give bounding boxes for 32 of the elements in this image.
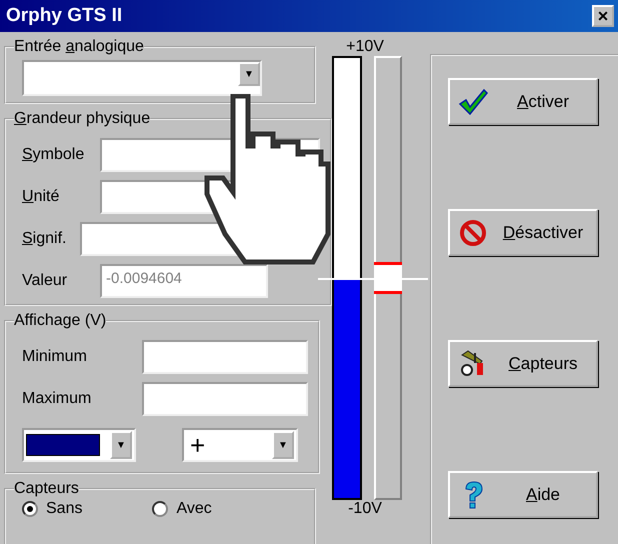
group-label: Affichage (V) bbox=[14, 312, 106, 330]
field-label: Valeur bbox=[22, 272, 68, 290]
color-dropdown[interactable]: ▼ bbox=[22, 428, 136, 462]
group-label: Entrée analogique bbox=[14, 38, 144, 56]
check-icon bbox=[458, 86, 488, 116]
action-button[interactable]: Désactiver bbox=[448, 209, 598, 256]
window-title: Orphy GTS II bbox=[6, 5, 122, 27]
field-label: Maximum bbox=[22, 390, 92, 408]
input-field[interactable] bbox=[142, 340, 308, 374]
group-label: Grandeur physique bbox=[14, 110, 150, 128]
prohibited-icon bbox=[458, 218, 488, 248]
field-label: Unité bbox=[22, 188, 60, 206]
radio-option[interactable]: Avec bbox=[152, 500, 212, 518]
close-button[interactable]: × bbox=[592, 5, 614, 27]
radio-option[interactable]: Sans bbox=[22, 500, 82, 518]
field-label: Minimum bbox=[22, 348, 88, 366]
action-button[interactable]: Capteurs bbox=[448, 340, 598, 387]
slider-thumb[interactable] bbox=[374, 262, 402, 294]
marker-symbol: + bbox=[189, 433, 206, 457]
scale-max-label: +10V bbox=[346, 38, 384, 56]
field-label: Symbole bbox=[22, 146, 86, 164]
input-field[interactable]: -0.0094604 bbox=[100, 264, 268, 298]
radio-button[interactable] bbox=[22, 501, 38, 517]
input-field[interactable] bbox=[142, 382, 308, 416]
marker-dropdown[interactable]: + ▼ bbox=[182, 428, 298, 462]
group-label: Capteurs bbox=[14, 480, 79, 498]
field-label: Signif. bbox=[22, 230, 68, 248]
radio-button[interactable] bbox=[152, 501, 168, 517]
action-button[interactable]: Activer bbox=[448, 78, 598, 125]
input-dropdown[interactable]: ▼ bbox=[22, 60, 262, 96]
scale-min-label: -10V bbox=[348, 500, 382, 518]
action-button[interactable]: Aide bbox=[448, 471, 598, 518]
